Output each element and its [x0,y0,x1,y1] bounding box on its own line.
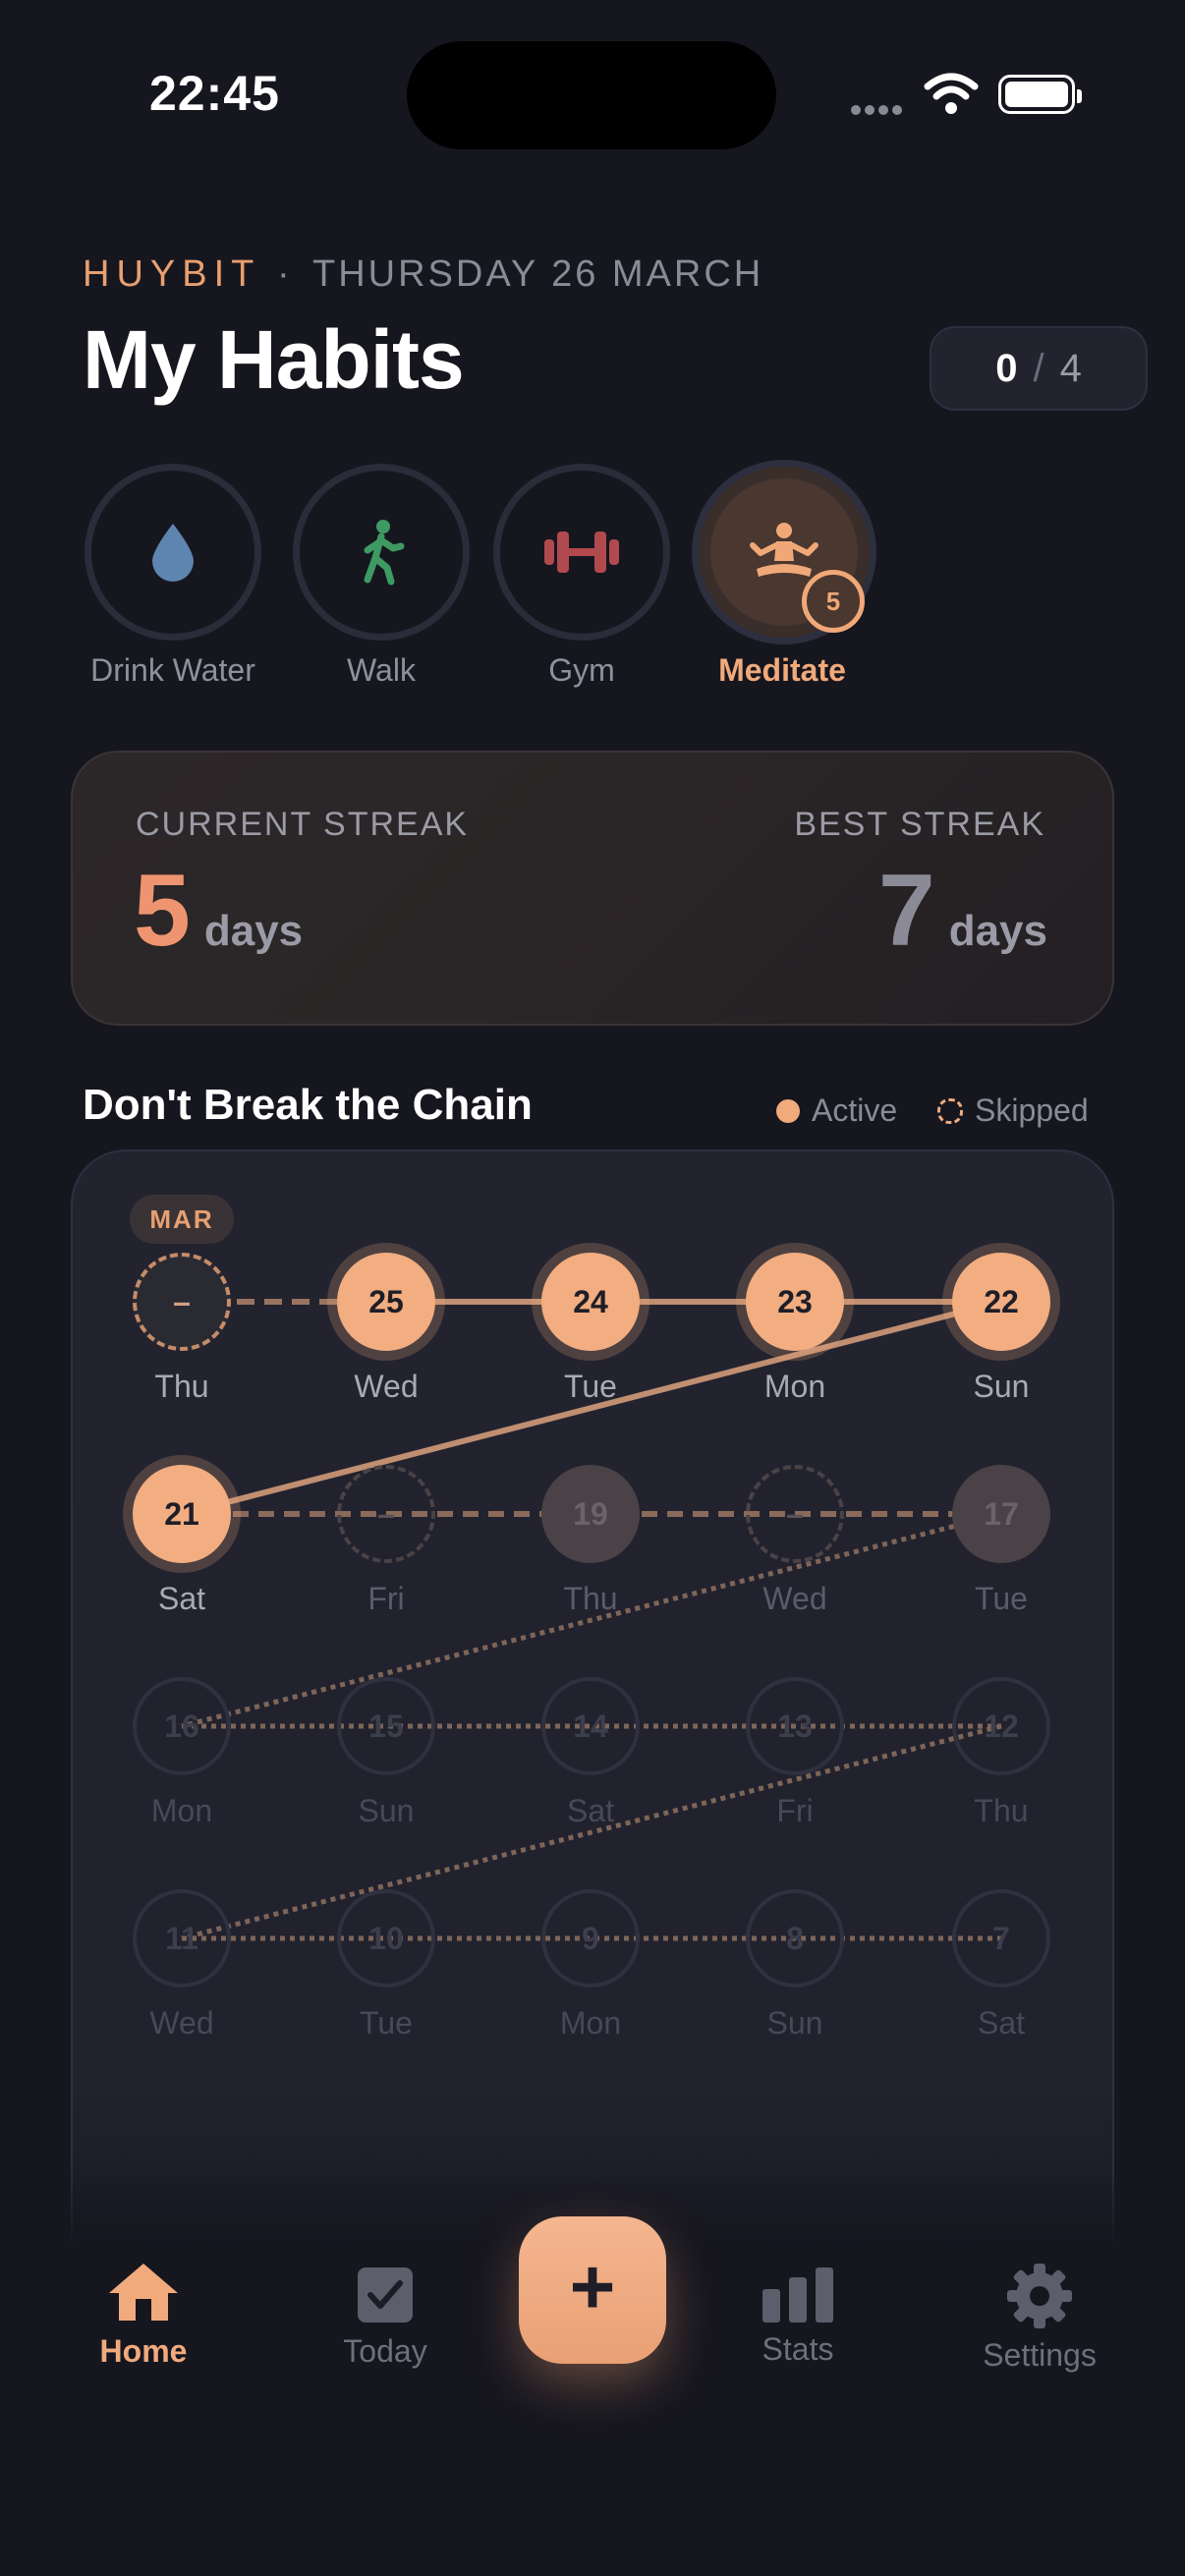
chain-day-1-0[interactable]: 21 [133,1465,231,1563]
chain-day-label: Tue [975,1581,1028,1616]
chain-day-label: Sat [566,1793,615,1828]
chain-day-3-4[interactable]: 7 [952,1889,1050,1988]
chain-day-label: Wed [762,1581,827,1616]
add-habit-button[interactable]: + [519,2216,666,2364]
gear-icon [1007,2264,1072,2328]
tab-settings-label: Settings [983,2337,1097,2373]
chain-day-2-0[interactable]: 16 [133,1677,231,1775]
chain-day-label: Sat [977,2005,1026,2041]
chain-day-0-0[interactable]: – [133,1253,231,1351]
home-icon [109,2264,178,2321]
bar-chart-icon [762,2268,833,2323]
chain-day-label: Fri [776,1793,814,1828]
chain-day-label: Wed [149,2005,214,2041]
tab-stats[interactable]: Stats [700,2250,896,2368]
chain-day-label: Mon [559,2005,622,2041]
chain-day-1-4[interactable]: 17 [952,1465,1050,1563]
chain-day-label: Sun [973,1369,1030,1404]
chain-day-label: Tue [360,2005,413,2041]
chain-day-label: Mon [150,1793,213,1828]
tab-today[interactable]: Today [287,2250,483,2370]
chain-day-1-3[interactable]: – [746,1465,844,1563]
chain-day-3-2[interactable]: 9 [541,1889,640,1988]
tab-today-label: Today [343,2333,427,2369]
chain-day-0-2[interactable]: 24 [541,1253,640,1351]
chain-day-label: Sun [766,2005,823,2041]
chain-day-label: Wed [354,1369,419,1404]
chain-day-label: Sun [358,1793,415,1828]
chain-day-label: Tue [564,1369,617,1404]
tab-home[interactable]: Home [45,2250,242,2370]
chain-day-label: Thu [563,1581,618,1616]
chain-day-1-1[interactable]: – [337,1465,435,1563]
checkbox-icon [358,2268,413,2323]
chain-day-1-2[interactable]: 19 [541,1465,640,1563]
chain-day-2-2[interactable]: 14 [541,1677,640,1775]
chain-day-2-4[interactable]: 12 [952,1677,1050,1775]
chain-day-label: Thu [974,1793,1029,1828]
plus-icon: + [569,2243,616,2330]
chain-day-2-3[interactable]: 13 [746,1677,844,1775]
chain-day-0-4[interactable]: 22 [952,1253,1050,1351]
chain-day-label: Fri [367,1581,405,1616]
tab-home-label: Home [99,2333,188,2369]
chain-day-label: Mon [763,1369,826,1404]
chain-day-0-1[interactable]: 25 [337,1253,435,1351]
chain-day-0-3[interactable]: 23 [746,1253,844,1351]
chain-day-3-3[interactable]: 8 [746,1889,844,1988]
chain-day-label: Thu [154,1369,209,1404]
chain-day-label: Sat [157,1581,206,1616]
chain-day-3-1[interactable]: 10 [337,1889,435,1988]
tab-settings[interactable]: Settings [941,2250,1138,2374]
tab-stats-label: Stats [762,2331,834,2367]
chain-day-3-0[interactable]: 11 [133,1889,231,1988]
chain-day-2-1[interactable]: 15 [337,1677,435,1775]
